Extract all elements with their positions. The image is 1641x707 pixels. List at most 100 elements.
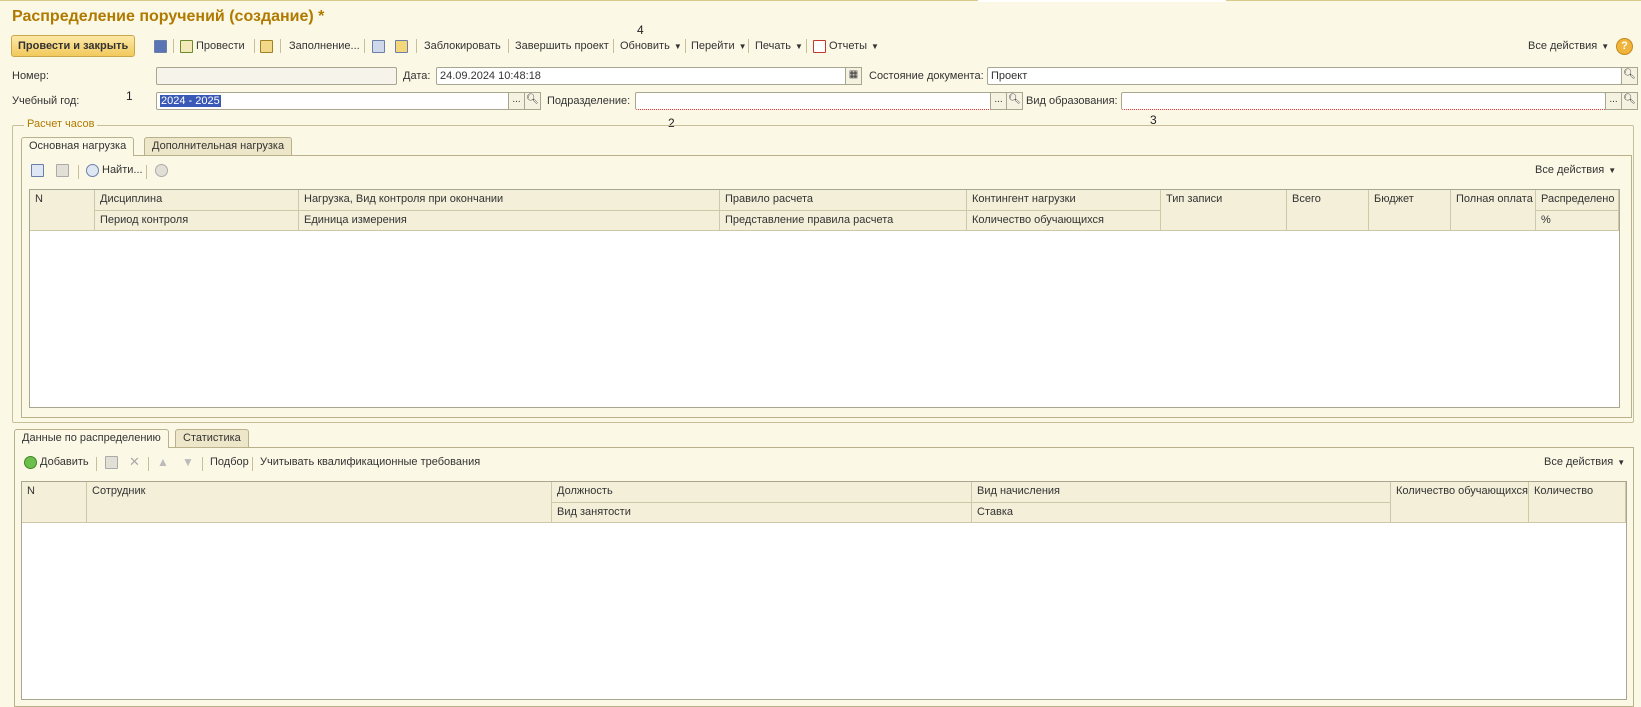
- search-icon[interactable]: 🔍︎: [1006, 92, 1023, 110]
- toolbar-divider: [806, 39, 807, 53]
- print-menu[interactable]: Печать ▼: [755, 37, 803, 55]
- division-label: Подразделение:: [547, 95, 631, 107]
- help-icon[interactable]: ?: [1616, 38, 1633, 55]
- move-down-icon[interactable]: ▼: [182, 453, 194, 471]
- tab-distribution-data[interactable]: Данные по распределению: [14, 429, 169, 448]
- chevron-down-icon: ▼: [1608, 166, 1617, 175]
- col-rule-header[interactable]: Правило расчета: [720, 190, 967, 211]
- print-preview-icon[interactable]: [372, 37, 388, 55]
- distribution-table[interactable]: N Сотрудник Должность Вид занятости Вид …: [21, 481, 1627, 700]
- chevron-down-icon: ▼: [738, 42, 747, 51]
- tab-statistics[interactable]: Статистика: [175, 429, 249, 447]
- education-type-field[interactable]: [1121, 92, 1606, 110]
- col-n-header[interactable]: N: [22, 482, 87, 523]
- toolbar-divider: [173, 39, 174, 53]
- search-icon[interactable]: 🔍︎: [1621, 67, 1638, 85]
- toolbar-divider: [508, 39, 509, 53]
- doc-state-field[interactable]: Проект: [987, 67, 1622, 85]
- window-top-border: [0, 0, 1641, 1]
- col-record-type-header[interactable]: Тип записи: [1161, 190, 1287, 231]
- refresh-menu[interactable]: Обновить ▼: [620, 37, 682, 55]
- col-budget-header[interactable]: Бюджет: [1369, 190, 1451, 231]
- post-button[interactable]: Провести: [180, 37, 245, 55]
- post-icon: [180, 39, 193, 53]
- cancel-search-icon[interactable]: [155, 161, 171, 179]
- date-field[interactable]: 24.09.2024 10:48:18: [436, 67, 847, 85]
- division-field[interactable]: [635, 92, 992, 110]
- select-ellipsis-button[interactable]: ...: [508, 92, 525, 110]
- toolbar-divider: [96, 457, 97, 471]
- pick-button[interactable]: Подбор: [210, 453, 249, 471]
- select-ellipsis-button[interactable]: ...: [1605, 92, 1622, 110]
- chevron-down-icon: ▼: [1617, 458, 1626, 467]
- academic-year-field[interactable]: 2024 - 2025: [156, 92, 510, 110]
- col-position-header[interactable]: Должность: [552, 482, 972, 503]
- col-employment-header[interactable]: Вид занятости: [552, 503, 972, 523]
- col-rate-header[interactable]: Ставка: [972, 503, 1391, 523]
- annotation-1: 1: [126, 89, 133, 103]
- col-discipline-header[interactable]: Дисциплина: [95, 190, 299, 211]
- lock-button[interactable]: Заблокировать: [424, 37, 501, 55]
- all-actions-menu[interactable]: Все действия ▼: [1535, 161, 1616, 179]
- qualification-requirements-button[interactable]: Учитывать квалификационные требования: [260, 453, 480, 471]
- find-button[interactable]: Найти...: [86, 161, 143, 179]
- col-employee-header[interactable]: Сотрудник: [87, 482, 552, 523]
- toolbar-divider: [613, 39, 614, 53]
- copy-icon[interactable]: [105, 453, 121, 471]
- toolbar-divider: [146, 165, 147, 179]
- post-and-close-button[interactable]: Провести и закрыть: [11, 35, 136, 57]
- hours-calculation-title: Расчет часов: [24, 118, 98, 130]
- toolbar-divider: [685, 39, 686, 53]
- goto-menu[interactable]: Перейти ▼: [691, 37, 747, 55]
- fill-button[interactable]: Заполнение...: [289, 37, 360, 55]
- select-ellipsis-button[interactable]: ...: [990, 92, 1007, 110]
- finish-project-button[interactable]: Завершить проект: [515, 37, 609, 55]
- chevron-down-icon: ▼: [1601, 42, 1610, 51]
- toolbar-divider: [202, 457, 203, 471]
- number-label: Номер:: [12, 70, 49, 82]
- number-field[interactable]: [156, 67, 397, 85]
- col-rule-repr-header[interactable]: Представление правила расчета: [720, 211, 967, 231]
- mail-icon[interactable]: [395, 37, 411, 55]
- reports-menu[interactable]: Отчеты ▼: [813, 37, 879, 55]
- save-icon[interactable]: [154, 37, 170, 55]
- tab-main-load[interactable]: Основная нагрузка: [21, 137, 135, 156]
- all-actions-menu[interactable]: Все действия ▼: [1528, 37, 1609, 55]
- col-distributed-header[interactable]: Распределено: [1536, 190, 1619, 211]
- col-full-pay-header[interactable]: Полная оплата: [1451, 190, 1536, 231]
- toolbar-divider: [416, 39, 417, 53]
- col-period-header[interactable]: Период контроля: [95, 211, 299, 231]
- col-contingent-header[interactable]: Контингент нагрузки: [967, 190, 1161, 211]
- hours-table[interactable]: N Дисциплина Период контроля Нагрузка, В…: [29, 189, 1620, 408]
- date-label: Дата:: [403, 70, 431, 82]
- fill-settings-icon[interactable]: [260, 37, 276, 55]
- move-up-icon[interactable]: ▲: [157, 453, 169, 471]
- education-type-label: Вид образования:: [1026, 95, 1118, 107]
- col-accrual-header[interactable]: Вид начисления: [972, 482, 1391, 503]
- col-students-header[interactable]: Количество обучающихся: [967, 211, 1161, 231]
- col-students-header[interactable]: Количество обучающихся: [1391, 482, 1529, 523]
- search-icon[interactable]: 🔍︎: [524, 92, 541, 110]
- doc-state-label: Состояние документа:: [869, 70, 984, 82]
- col-load-header[interactable]: Нагрузка, Вид контроля при окончании: [299, 190, 720, 211]
- delete-icon[interactable]: ✕: [129, 453, 140, 471]
- col-unit-header[interactable]: Единица измерения: [299, 211, 720, 231]
- add-button[interactable]: Добавить: [24, 453, 89, 471]
- chevron-down-icon: ▼: [871, 42, 879, 51]
- tab-additional-load[interactable]: Дополнительная нагрузка: [144, 137, 293, 155]
- toolbar-divider: [280, 39, 281, 53]
- clear-filter-icon[interactable]: [56, 161, 72, 179]
- col-quantity-header[interactable]: Количество: [1529, 482, 1626, 523]
- main-toolbar: Провести и закрыть Провести Заполнение..…: [0, 35, 1641, 57]
- search-icon[interactable]: 🔍︎: [1621, 92, 1638, 110]
- col-percent-header[interactable]: %: [1536, 211, 1619, 231]
- academic-year-label: Учебный год:: [12, 95, 80, 107]
- all-actions-menu[interactable]: Все действия ▼: [1544, 453, 1625, 471]
- col-total-header[interactable]: Всего: [1287, 190, 1369, 231]
- filter-icon[interactable]: [31, 161, 47, 179]
- calendar-icon[interactable]: ▦: [845, 67, 862, 85]
- toolbar-divider: [252, 457, 253, 471]
- annotation-4: 4: [637, 23, 644, 37]
- col-n-header[interactable]: N: [30, 190, 95, 231]
- chevron-down-icon: ▼: [795, 42, 803, 51]
